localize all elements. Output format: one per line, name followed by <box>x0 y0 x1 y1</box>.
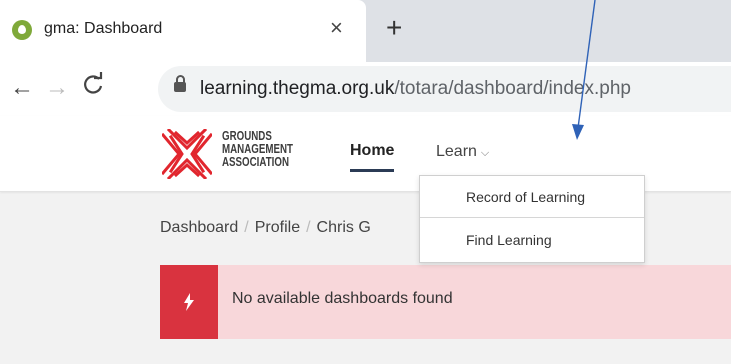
logo-text: GROUNDS MANAGEMENT ASSOCIATION <box>222 129 293 169</box>
browser-tab-strip: gma: Dashboard × + <box>0 0 731 62</box>
url-text[interactable]: learning.thegma.org.uk/totara/dashboard/… <box>200 78 631 100</box>
browser-toolbar: ← → learning.thegma.org.uk/totara/dashbo… <box>0 62 731 116</box>
forward-arrow-icon[interactable]: → <box>45 74 69 102</box>
tab-title: gma: Dashboard <box>44 20 163 37</box>
breadcrumb: Dashboard / Profile / Chris G <box>160 219 371 236</box>
leaf-icon <box>12 20 32 40</box>
back-arrow-icon[interactable]: ← <box>10 74 34 102</box>
breadcrumb-dashboard[interactable]: Dashboard <box>160 219 238 236</box>
alert-message: No available dashboards found <box>232 290 453 307</box>
reload-icon[interactable] <box>82 72 104 103</box>
nav-home[interactable]: Home <box>350 142 395 172</box>
gma-logo-icon[interactable] <box>162 129 212 179</box>
learn-dropdown-menu: Record of Learning Find Learning <box>419 175 645 263</box>
menu-item-find-learning[interactable]: Find Learning <box>420 219 644 261</box>
breadcrumb-profile[interactable]: Profile <box>255 219 300 236</box>
lightning-icon <box>184 293 194 311</box>
browser-tab[interactable]: gma: Dashboard × <box>0 0 366 62</box>
address-bar[interactable]: learning.thegma.org.uk/totara/dashboard/… <box>158 66 731 112</box>
lock-icon <box>174 75 186 92</box>
chevron-down-icon: ⌵ <box>480 147 490 159</box>
error-alert: No available dashboards found <box>160 265 731 339</box>
new-tab-icon[interactable]: + <box>386 12 402 44</box>
menu-item-record-of-learning[interactable]: Record of Learning <box>420 176 644 218</box>
breadcrumb-user[interactable]: Chris G <box>317 219 371 236</box>
alert-icon-box <box>160 265 218 339</box>
close-icon[interactable]: × <box>330 16 343 40</box>
nav-learn[interactable]: Learn ⌵ <box>436 143 489 161</box>
